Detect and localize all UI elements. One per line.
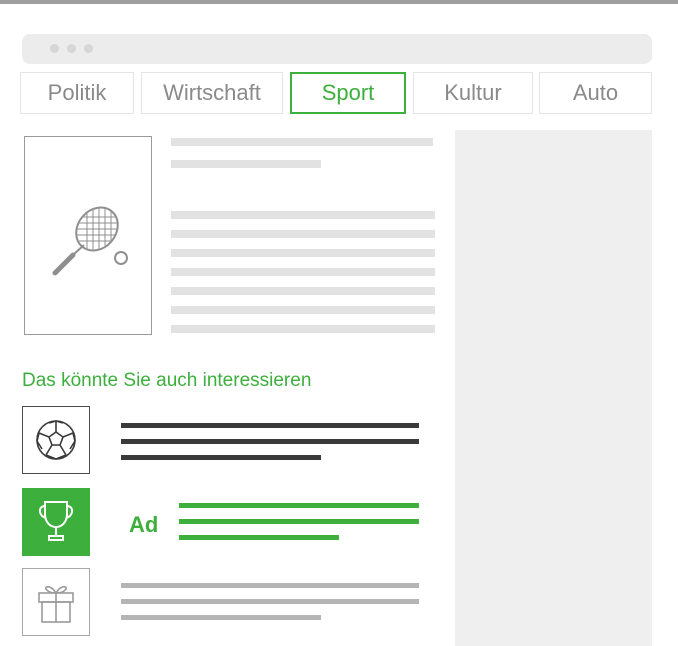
ad-thumb-trophy[interactable]: [22, 488, 90, 556]
top-divider: [0, 0, 678, 4]
recommendation-line: [121, 455, 321, 460]
sidebar-placeholder: [455, 130, 652, 646]
window-dot: [67, 44, 76, 53]
trophy-icon: [38, 501, 74, 541]
article-text-line: [171, 306, 435, 314]
recommendation-line: [121, 599, 419, 604]
article-text-line: [171, 287, 435, 295]
recommendation-thumb-gift[interactable]: [22, 568, 90, 636]
article-title-line: [171, 160, 321, 168]
article-title-line: [171, 138, 433, 146]
tab-politik[interactable]: Politik: [20, 72, 134, 114]
article-text-line: [171, 211, 435, 219]
football-icon: [36, 420, 76, 460]
article-image[interactable]: [24, 136, 152, 335]
article-text-line: [171, 325, 435, 333]
gift-icon: [38, 585, 74, 623]
recommendations-heading: Das könnte Sie auch interessieren: [22, 370, 312, 391]
ad-line: [179, 519, 419, 524]
window-dot: [84, 44, 93, 53]
recommendation-thumb-football[interactable]: [22, 406, 90, 474]
recommendation-line: [121, 583, 419, 588]
category-tabs: Politik Wirtschaft Sport Kultur Auto: [20, 72, 652, 116]
recommendation-line: [121, 423, 419, 428]
recommendation-line: [121, 615, 321, 620]
browser-title-bar: [22, 34, 652, 64]
ad-line: [179, 535, 339, 540]
window-dot: [50, 44, 59, 53]
article-text-line: [171, 230, 435, 238]
tennis-racket-icon: [52, 206, 128, 276]
ad-line: [179, 503, 419, 508]
article-text-line: [171, 268, 435, 276]
tab-sport[interactable]: Sport: [290, 72, 406, 114]
tab-auto[interactable]: Auto: [539, 72, 652, 114]
tab-wirtschaft[interactable]: Wirtschaft: [141, 72, 283, 114]
recommendation-line: [121, 439, 419, 444]
article-text-line: [171, 249, 435, 257]
tab-kultur[interactable]: Kultur: [413, 72, 533, 114]
ad-label: Ad: [129, 512, 159, 537]
